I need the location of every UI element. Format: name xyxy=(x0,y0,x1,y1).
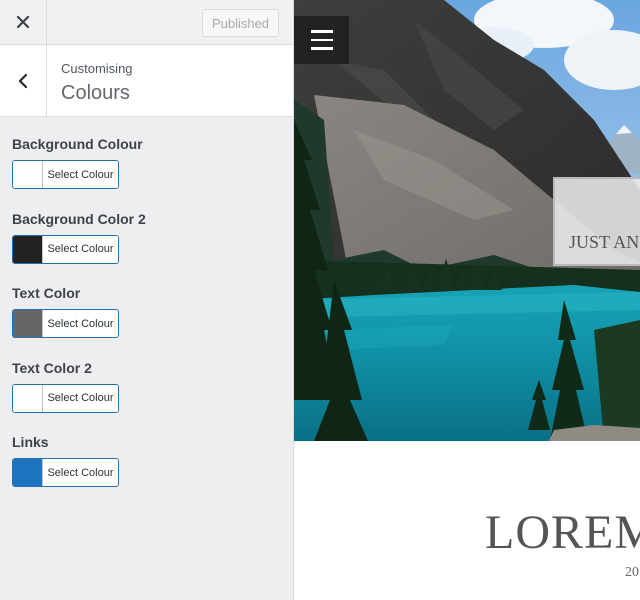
color-swatch xyxy=(13,310,43,337)
select-colour-label: Select Colour xyxy=(43,161,118,188)
color-control-links: Links Select Colour xyxy=(12,434,146,509)
breadcrumb: Customising xyxy=(61,61,133,76)
select-colour-label: Select Colour xyxy=(43,459,118,486)
back-button[interactable] xyxy=(0,45,47,116)
color-swatch xyxy=(13,235,43,263)
select-colour-label: Select Colour xyxy=(43,384,118,412)
color-control-background-color-2: Background Color 2 Select Colour xyxy=(12,211,146,286)
control-label: Links xyxy=(12,434,49,450)
hero-image: JUST AN xyxy=(294,0,640,441)
select-colour-button[interactable]: Select Colour xyxy=(12,160,119,189)
color-swatch xyxy=(13,384,43,412)
control-label: Text Color 2 xyxy=(12,359,92,376)
hamburger-menu-icon-bar xyxy=(310,38,333,42)
select-colour-button[interactable]: Select Colour xyxy=(12,383,119,413)
site-preview: JUST AN LOREM 20 xyxy=(294,0,640,600)
select-colour-button[interactable]: Select Colour xyxy=(12,458,119,487)
control-label: Background Colour xyxy=(12,136,143,152)
hero-caption-box: JUST AN xyxy=(553,177,640,266)
customizer-header: Published xyxy=(0,0,293,45)
hero-caption-text: JUST AN xyxy=(569,232,640,252)
post-date: 20 xyxy=(625,565,639,580)
color-controls: Background Colour Select Colour Backgrou… xyxy=(12,136,146,509)
hamburger-menu-button[interactable] xyxy=(294,16,349,64)
customizer-sidebar: Published Customising Colours Background… xyxy=(0,0,294,600)
published-button[interactable]: Published xyxy=(202,9,279,37)
select-colour-button[interactable]: Select Colour xyxy=(12,309,119,338)
post-title[interactable]: LOREM xyxy=(485,505,640,560)
control-label: Background Color 2 xyxy=(12,210,146,227)
section-title: Colours xyxy=(61,82,130,104)
select-colour-label: Select Colour xyxy=(43,235,118,263)
select-colour-button[interactable]: Select Colour xyxy=(12,234,119,264)
select-colour-label: Select Colour xyxy=(43,310,118,337)
color-control-text-color-2: Text Color 2 Select Colour xyxy=(12,360,146,435)
color-control-background-colour: Background Colour Select Colour xyxy=(12,136,146,211)
color-swatch xyxy=(13,161,43,188)
hamburger-menu-icon-bar xyxy=(310,47,333,50)
hamburger-menu-icon-bar xyxy=(310,30,333,33)
color-swatch xyxy=(13,459,43,486)
close-icon xyxy=(17,16,29,28)
chevron-left-icon xyxy=(18,73,28,88)
color-control-text-color: Text Color Select Colour xyxy=(12,285,146,360)
control-label: Text Color xyxy=(12,285,81,301)
close-customizer-button[interactable] xyxy=(0,0,47,44)
section-header: Customising Colours xyxy=(0,45,293,117)
